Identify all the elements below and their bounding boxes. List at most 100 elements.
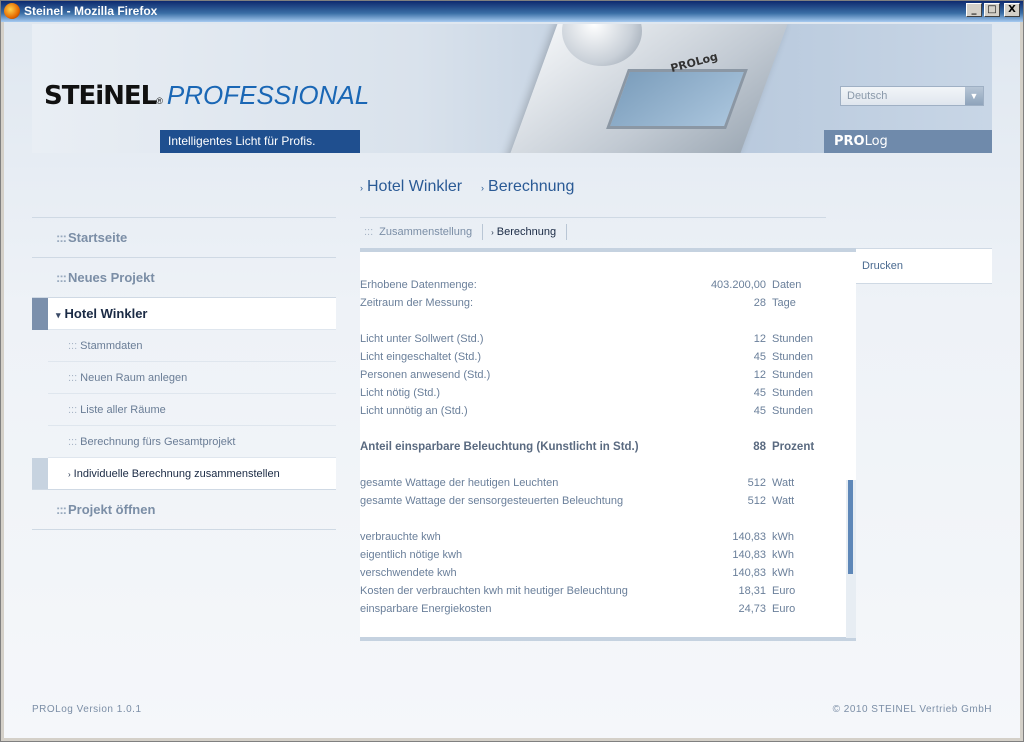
dots-icon: ::: — [56, 502, 67, 517]
breadcrumb-item-current: Berechnung — [488, 178, 575, 195]
breadcrumb-item-project[interactable]: Hotel Winkler — [367, 178, 462, 195]
prolog-device-image: PROLog — [492, 24, 792, 153]
result-label: Licht unter Sollwert (Std.) — [360, 333, 484, 345]
results-list: Erhobene Datenmenge: 403.200,00 Daten Zeit… — [360, 276, 830, 618]
sidebar-subitem-individuelle-berechnung[interactable]: › Individuelle Berechnung zusammenstellen — [32, 457, 336, 490]
result-unit: Tage — [772, 297, 796, 309]
result-label: verschwendete kwh — [360, 567, 457, 579]
window-title: Steinel - Mozilla Firefox — [24, 4, 158, 18]
result-row-highlight: Anteil einsparbare Beleuchtung (Kunstlic… — [360, 438, 830, 456]
tab-zusammenstellung[interactable]: ::: Zusammenstellung — [360, 223, 484, 240]
language-select[interactable]: Deutsch ▼ — [840, 86, 984, 106]
logo-suffix: PROFESSIONAL — [166, 80, 370, 110]
result-row: Licht unnötig an (Std.) 45 Stunden — [360, 402, 830, 420]
result-unit: Stunden — [772, 333, 813, 345]
minimize-button[interactable]: _ — [966, 3, 982, 17]
result-value: 12 — [753, 333, 766, 345]
result-value: 12 — [753, 369, 766, 381]
breadcrumb-arrow-icon: › — [481, 183, 485, 193]
arrow-right-icon: › — [491, 227, 494, 237]
sidebar-subitem-label: Neuen Raum anlegen — [80, 372, 188, 384]
window-titlebar: Steinel - Mozilla Firefox _ □ X — [0, 0, 1024, 22]
result-label: eigentlich nötige kwh — [360, 549, 463, 561]
version-label: PROLog Version 1.0.1 — [32, 704, 142, 715]
result-label: Licht unnötig an (Std.) — [360, 405, 468, 417]
sidebar-item-label: Projekt öffnen — [68, 502, 156, 517]
result-value: 140,83 — [732, 549, 766, 561]
sidebar-subitem-neuen-raum[interactable]: ::: Neuen Raum anlegen — [48, 361, 336, 393]
result-value: 24,73 — [738, 603, 766, 615]
sidebar-item-label: Hotel Winkler — [64, 306, 148, 321]
maximize-button[interactable]: □ — [984, 3, 1000, 17]
result-unit: kWh — [772, 549, 794, 561]
sidebar-subitem-label: Liste aller Räume — [80, 404, 166, 416]
sidebar-subitem-label: Individuelle Berechnung zusammenstellen — [73, 468, 280, 480]
result-unit: Stunden — [772, 387, 813, 399]
result-row: gesamte Wattage der heutigen Leuchten 512… — [360, 474, 830, 492]
result-label: Anteil einsparbare Beleuchtung (Kunstlic… — [360, 441, 639, 453]
results-panel: Erhobene Datenmenge: 403.200,00 Daten Zeit… — [360, 248, 856, 641]
result-unit: Watt — [772, 495, 795, 507]
print-tool[interactable]: Drucken — [834, 248, 992, 284]
sidebar-item-hotel-winkler[interactable]: ▾ Hotel Winkler — [32, 297, 336, 330]
chevron-down-icon[interactable]: ▼ — [965, 87, 983, 105]
result-value: 140,83 — [732, 567, 766, 579]
copyright-label: © 2010 STEINEL Vertrieb GmbH — [832, 704, 992, 715]
product-bar-bold: PRO — [834, 134, 865, 149]
result-unit: Watt — [772, 477, 795, 489]
result-row: Licht nötig (Std.) 45 Stunden — [360, 384, 830, 402]
sidebar-item-projekt-oeffnen[interactable]: ::: Projekt öffnen — [32, 489, 336, 529]
print-label: Drucken — [862, 260, 903, 272]
result-label: gesamte Wattage der heutigen Leuchten — [360, 477, 559, 489]
firefox-icon — [4, 3, 20, 19]
page-header: STEiNEL ® PROFESSIONAL Intelligentes Lic… — [32, 24, 992, 153]
sidebar-subitem-stammdaten[interactable]: ::: Stammdaten — [48, 329, 336, 361]
result-row: Licht eingeschaltet (Std.) 45 Stunden — [360, 348, 830, 366]
result-value: 512 — [747, 495, 766, 507]
result-label: Erhobene Datenmenge: — [360, 279, 477, 291]
product-bar: PROLog — [824, 130, 992, 153]
browser-viewport: STEiNEL ® PROFESSIONAL Intelligentes Lic… — [4, 22, 1020, 738]
result-unit: Stunden — [772, 351, 813, 363]
result-row: Licht unter Sollwert (Std.) 12 Stunden — [360, 330, 830, 348]
dots-icon: ::: — [68, 372, 78, 384]
result-unit: Prozent — [772, 441, 815, 453]
result-unit: Euro — [772, 585, 796, 597]
result-label: Kosten der verbrauchten kwh mit heutiger… — [360, 585, 628, 597]
close-button[interactable]: X — [1004, 3, 1020, 17]
language-select-value: Deutsch — [847, 90, 888, 102]
result-unit: Stunden — [772, 369, 813, 381]
result-value: 140,83 — [732, 531, 766, 543]
result-unit: Euro — [772, 603, 796, 615]
result-value: 512 — [747, 477, 766, 489]
result-value: 45 — [753, 351, 766, 363]
result-value: 18,31 — [738, 585, 766, 597]
window-controls: _ □ X — [966, 3, 1020, 17]
result-unit: kWh — [772, 567, 794, 579]
sidebar-subitem-label: Berechnung fürs Gesamtprojekt — [80, 436, 236, 448]
device-screen — [606, 69, 748, 129]
chevron-down-icon: ▾ — [56, 310, 61, 320]
sidebar-nav: ::: Startseite ::: Neues Projekt ▾ Hotel Wi… — [32, 217, 336, 530]
scrollbar-thumb[interactable] — [848, 480, 853, 574]
result-label: gesamte Wattage der sensorgesteuerten Be… — [360, 495, 624, 507]
result-row: gesamte Wattage der sensorgesteuerten Be… — [360, 492, 830, 510]
sidebar-item-label: Neues Projekt — [68, 270, 155, 285]
sidebar-subitem-gesamtprojekt[interactable]: ::: Berechnung fürs Gesamtprojekt — [48, 425, 336, 457]
sidebar-subitem-liste-raeume[interactable]: ::: Liste aller Räume — [48, 393, 336, 425]
result-value: 45 — [753, 387, 766, 399]
result-unit: Daten — [772, 279, 802, 291]
sidebar-item-startseite[interactable]: ::: Startseite — [32, 217, 336, 257]
tab-berechnung[interactable]: › Berechnung — [483, 223, 568, 240]
content-tabs: ::: Zusammenstellung › Berechnung — [360, 217, 826, 245]
tab-label: Zusammenstellung — [379, 225, 473, 238]
product-bar-rest: Log — [864, 134, 888, 149]
dots-icon: ::: — [364, 225, 374, 238]
results-scrollbar[interactable] — [846, 480, 856, 638]
dots-icon: ::: — [68, 404, 78, 416]
result-row: Erhobene Datenmenge: 403.200,00 Daten — [360, 276, 830, 294]
sidebar-item-neues-projekt[interactable]: ::: Neues Projekt — [32, 257, 336, 297]
steinel-logo[interactable]: STEiNEL ® PROFESSIONAL — [44, 80, 369, 111]
result-unit: Stunden — [772, 405, 813, 417]
tagline: Intelligentes Licht für Profis. — [160, 130, 360, 153]
